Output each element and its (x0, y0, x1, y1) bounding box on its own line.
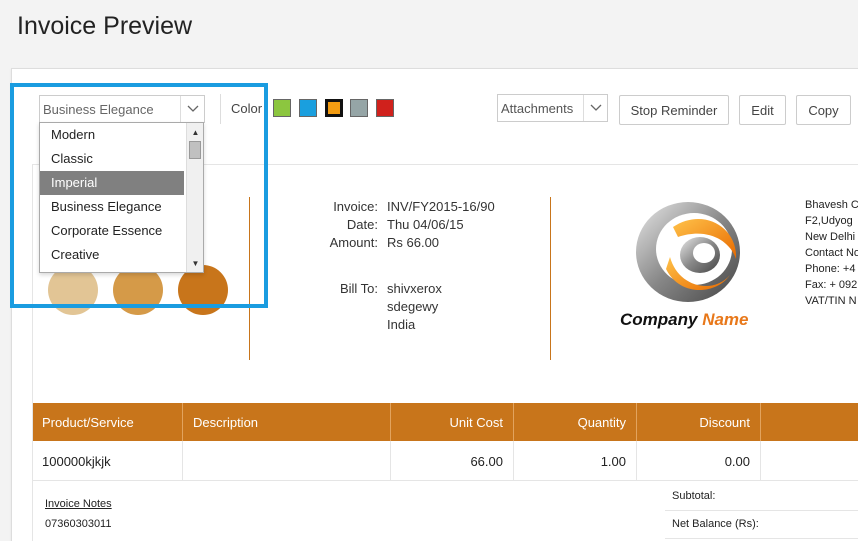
bill-to-label: Bill To: (339, 281, 378, 296)
divider (665, 538, 858, 539)
invoice-number-value: INV/FY2015-16/90 (387, 199, 495, 214)
page-title: Invoice Preview (17, 12, 193, 40)
bill-to-line: sdegewy (387, 299, 439, 314)
company-info-line: F2,Udyog (805, 215, 853, 227)
date-label: Date: (346, 217, 378, 232)
color-swatch-green[interactable] (273, 99, 291, 117)
color-swatch-red[interactable] (376, 99, 394, 117)
subtotal-label: Subtotal: (672, 490, 716, 502)
table-row: 100000kjkjk 66.00 1.00 0.00 (33, 441, 858, 481)
company-info-line: Contact No (805, 247, 858, 259)
column-header-unit-cost: Unit Cost (391, 403, 514, 441)
column-header-quantity: Quantity (514, 403, 637, 441)
table-header: Product/Service Description Unit Cost Qu… (33, 403, 858, 441)
chevron-down-icon (583, 95, 607, 121)
column-header-discount: Discount (637, 403, 761, 441)
copy-button[interactable]: Copy (796, 95, 851, 125)
company-info-line: New Delhi (805, 231, 856, 243)
date-value: Thu 04/06/15 (387, 217, 464, 232)
company-info-line: Bhavesh C (805, 199, 858, 211)
invoice-number-label: Invoice: (333, 199, 378, 214)
color-swatch-orange[interactable] (325, 99, 343, 117)
company-info-line: Fax: + 092 (805, 279, 858, 291)
logo-company-text: Company (620, 310, 698, 329)
color-swatch-gray[interactable] (350, 99, 368, 117)
attachments-select-value: Attachments (501, 101, 574, 116)
company-info-line: Phone: +4 (805, 263, 856, 275)
cell-description (183, 441, 391, 481)
amount-label: Amount: (329, 235, 378, 250)
bill-to-line: shivxerox (387, 281, 442, 296)
cell-discount: 0.00 (637, 441, 761, 481)
invoice-notes-title: Invoice Notes (45, 498, 112, 510)
company-info-line: VAT/TIN N (805, 295, 857, 307)
page: Invoice Preview Business Elegance Color … (0, 0, 858, 541)
cell-unit-cost: 66.00 (391, 441, 514, 481)
logo-name-text: Name (702, 310, 749, 329)
company-logo: Company Name (618, 197, 768, 337)
net-balance-label: Net Balance (Rs): (672, 518, 759, 530)
column-header-product: Product/Service (33, 403, 183, 441)
invoice-notes-text: 07360303011 (45, 518, 112, 530)
amount-value: Rs 66.00 (387, 235, 440, 250)
cell-product: 100000kjkjk (33, 441, 183, 481)
attachments-select[interactable]: Attachments (497, 94, 608, 122)
color-swatch-blue[interactable] (299, 99, 317, 117)
divider (665, 510, 858, 511)
highlight-box (10, 83, 268, 308)
company-logo-icon (636, 202, 740, 302)
bill-to-line: India (387, 317, 416, 332)
edit-button[interactable]: Edit (739, 95, 786, 125)
cell-quantity: 1.00 (514, 441, 637, 481)
divider (550, 197, 551, 360)
column-header-description: Description (183, 403, 391, 441)
company-info: Bhavesh C F2,Udyog New Delhi Contact No … (805, 197, 858, 309)
stop-reminder-button[interactable]: Stop Reminder (619, 95, 729, 125)
